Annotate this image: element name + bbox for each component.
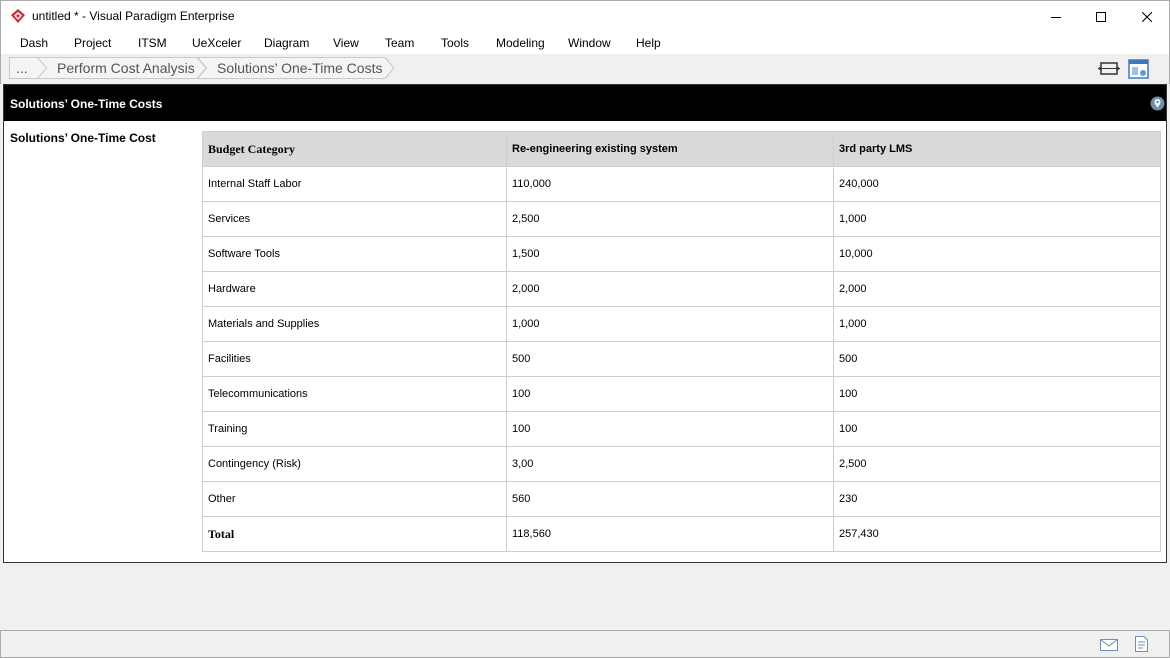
table-cell[interactable]: 1,000	[833, 201, 1161, 237]
table-row[interactable]: Internal Staff Labor 110,000 240,000	[202, 166, 1161, 202]
table-cell[interactable]: 1,500	[506, 236, 834, 272]
menu-itsm[interactable]: ITSM	[138, 36, 167, 50]
table-cell[interactable]: 3,00	[506, 446, 834, 482]
cost-table: Budget Category Re-engineering existing …	[202, 131, 1161, 552]
diagram-overview-icon	[1128, 59, 1149, 79]
notes-button[interactable]	[1132, 635, 1152, 653]
table-cell[interactable]: 100	[506, 376, 834, 412]
table-row[interactable]: Training 100 100	[202, 411, 1161, 447]
table-cell[interactable]: 560	[506, 481, 834, 517]
table-cell[interactable]: 2,000	[506, 271, 834, 307]
table-row[interactable]: Facilities 500 500	[202, 341, 1161, 377]
close-button[interactable]	[1124, 1, 1170, 32]
table-cell[interactable]: Facilities	[202, 341, 507, 377]
form-panel: Solutions’ One-Time Costs Solutions’ One…	[3, 84, 1167, 563]
table-cell[interactable]: Internal Staff Labor	[202, 166, 507, 202]
table-row[interactable]: Services 2,500 1,000	[202, 201, 1161, 237]
menu-modeling[interactable]: Modeling	[496, 36, 545, 50]
table-cell[interactable]: Contingency (Risk)	[202, 446, 507, 482]
table-row[interactable]: Materials and Supplies 1,000 1,000	[202, 306, 1161, 342]
column-header[interactable]: Budget Category	[202, 131, 507, 167]
table-row[interactable]: Other 560 230	[202, 481, 1161, 517]
maximize-icon	[1096, 11, 1106, 22]
total-label[interactable]: Total	[202, 516, 507, 552]
table-cell[interactable]: 2,000	[833, 271, 1161, 307]
minimize-icon	[1051, 16, 1061, 18]
breadcrumb-perform-cost-analysis[interactable]: Perform Cost Analysis	[37, 57, 209, 79]
breadcrumb-solutions-one-time-costs[interactable]: Solutions’ One-Time Costs	[197, 57, 399, 79]
breadcrumb-bar: ... Perform Cost Analysis Solutions’ One…	[0, 54, 1170, 84]
table-cell[interactable]: 2,500	[506, 201, 834, 237]
menu-help[interactable]: Help	[636, 36, 661, 50]
total-cell[interactable]: 118,560	[506, 516, 834, 552]
field-label: Solutions’ One-Time Cost	[10, 131, 156, 145]
table-cell[interactable]: Services	[202, 201, 507, 237]
title-bar: untitled * - Visual Paradigm Enterprise	[0, 0, 1170, 32]
table-row[interactable]: Hardware 2,000 2,000	[202, 271, 1161, 307]
minimize-button[interactable]	[1033, 1, 1079, 32]
table-cell[interactable]: 500	[833, 341, 1161, 377]
visual-paradigm-logo-icon	[11, 9, 25, 23]
table-cell[interactable]: 10,000	[833, 236, 1161, 272]
table-cell[interactable]: 100	[506, 411, 834, 447]
table-cell[interactable]: Hardware	[202, 271, 507, 307]
table-cell[interactable]: 240,000	[833, 166, 1161, 202]
close-icon	[1142, 11, 1152, 22]
menu-dash[interactable]: Dash	[20, 36, 48, 50]
table-cell[interactable]: Software Tools	[202, 236, 507, 272]
panel-title: Solutions’ One-Time Costs	[10, 97, 163, 111]
table-cell[interactable]: Telecommunications	[202, 376, 507, 412]
mail-icon	[1100, 639, 1118, 651]
pin-icon[interactable]	[1150, 96, 1165, 111]
column-header[interactable]: Re-engineering existing system	[506, 131, 834, 167]
table-row[interactable]: Contingency (Risk) 3,00 2,500	[202, 446, 1161, 482]
diagram-overview-button[interactable]	[1127, 58, 1151, 80]
table-row[interactable]: Telecommunications 100 100	[202, 376, 1161, 412]
maximize-button[interactable]	[1078, 1, 1124, 32]
table-cell[interactable]: Materials and Supplies	[202, 306, 507, 342]
status-bar	[0, 630, 1170, 658]
menu-view[interactable]: View	[333, 36, 359, 50]
table-cell[interactable]: 1,000	[833, 306, 1161, 342]
column-header[interactable]: 3rd party LMS	[833, 131, 1161, 167]
total-cell[interactable]: 257,430	[833, 516, 1161, 552]
menu-bar: Dash Project ITSM UeXceler Diagram View …	[0, 32, 1170, 54]
menu-diagram[interactable]: Diagram	[264, 36, 309, 50]
total-row[interactable]: Total 118,560 257,430	[202, 516, 1161, 552]
table-cell[interactable]: Other	[202, 481, 507, 517]
menu-uexceler[interactable]: UeXceler	[192, 36, 241, 50]
window-title: untitled * - Visual Paradigm Enterprise	[32, 9, 235, 23]
panel-header: Solutions’ One-Time Costs	[4, 85, 1166, 121]
table-cell[interactable]: 100	[833, 411, 1161, 447]
table-cell[interactable]: 110,000	[506, 166, 834, 202]
fit-width-button[interactable]	[1097, 58, 1121, 80]
mail-button[interactable]	[1099, 635, 1119, 653]
table-row[interactable]: Software Tools 1,500 10,000	[202, 236, 1161, 272]
table-cell[interactable]: 100	[833, 376, 1161, 412]
notes-icon	[1135, 636, 1148, 652]
menu-team[interactable]: Team	[385, 36, 414, 50]
table-header-row: Budget Category Re-engineering existing …	[202, 131, 1161, 167]
table-cell[interactable]: 1,000	[506, 306, 834, 342]
table-cell[interactable]: Training	[202, 411, 507, 447]
menu-window[interactable]: Window	[568, 36, 611, 50]
fit-width-icon	[1098, 62, 1120, 75]
table-cell[interactable]: 2,500	[833, 446, 1161, 482]
menu-tools[interactable]: Tools	[441, 36, 469, 50]
table-cell[interactable]: 230	[833, 481, 1161, 517]
menu-project[interactable]: Project	[74, 36, 111, 50]
table-cell[interactable]: 500	[506, 341, 834, 377]
